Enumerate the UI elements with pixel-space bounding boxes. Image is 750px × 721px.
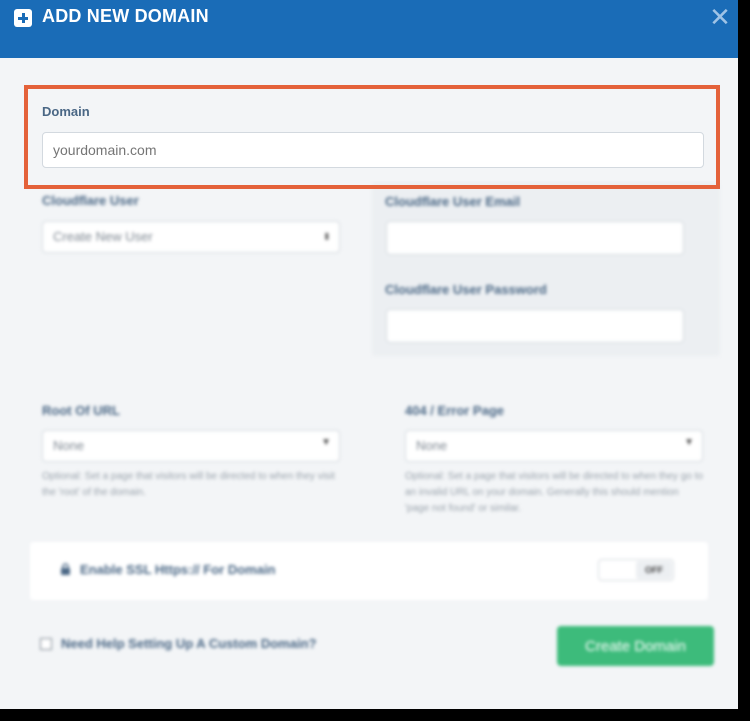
error-page-hint: Optional: Set a page that visitors will … xyxy=(405,471,703,514)
chevron-down-icon: ▼ xyxy=(321,437,331,448)
cloudflare-user-label: Cloudflare User xyxy=(42,193,139,208)
lock-icon xyxy=(61,563,70,575)
error-page-select[interactable]: None ▼ xyxy=(405,430,703,462)
ssl-label: Enable SSL Https:// For Domain xyxy=(80,562,276,577)
plus-square-icon xyxy=(14,9,32,27)
cloudflare-user-select-value: Create New User xyxy=(53,229,153,244)
root-url-label: Root Of URL xyxy=(42,403,120,418)
ssl-toggle[interactable]: OFF xyxy=(598,559,674,581)
updown-arrow-icon: ⬍ xyxy=(322,232,331,243)
root-url-select-value: None xyxy=(53,438,85,453)
close-icon[interactable]: ✕ xyxy=(708,4,732,30)
cloudflare-password-label: Cloudflare User Password xyxy=(385,282,547,297)
chevron-down-icon: ▼ xyxy=(684,437,694,448)
ssl-panel: Enable SSL Https:// For Domain OFF xyxy=(30,542,708,600)
cloudflare-email-label: Cloudflare User Email xyxy=(385,194,521,209)
error-page-select-value: None xyxy=(416,438,448,453)
help-label: Need Help Setting Up A Custom Domain? xyxy=(61,636,317,651)
cloudflare-user-select[interactable]: Create New User ⬍ xyxy=(42,221,340,253)
root-url-select[interactable]: None ▼ xyxy=(42,430,340,462)
help-checkbox[interactable] xyxy=(40,638,52,650)
modal-title: ADD NEW DOMAIN xyxy=(42,6,209,26)
cloudflare-password-input[interactable] xyxy=(386,309,684,343)
error-page-label: 404 / Error Page xyxy=(405,403,504,418)
root-url-hint: Optional: Set a page that visitors will … xyxy=(42,471,335,498)
create-domain-button[interactable]: Create Domain xyxy=(557,626,714,666)
cloudflare-email-input[interactable] xyxy=(386,221,684,255)
highlight-box xyxy=(24,85,720,189)
modal-header: ADD NEW DOMAIN ✕ xyxy=(0,0,738,58)
add-domain-modal: ADD NEW DOMAIN ✕ Cloudflare User Create … xyxy=(0,0,738,709)
ssl-toggle-state: OFF xyxy=(636,561,672,579)
